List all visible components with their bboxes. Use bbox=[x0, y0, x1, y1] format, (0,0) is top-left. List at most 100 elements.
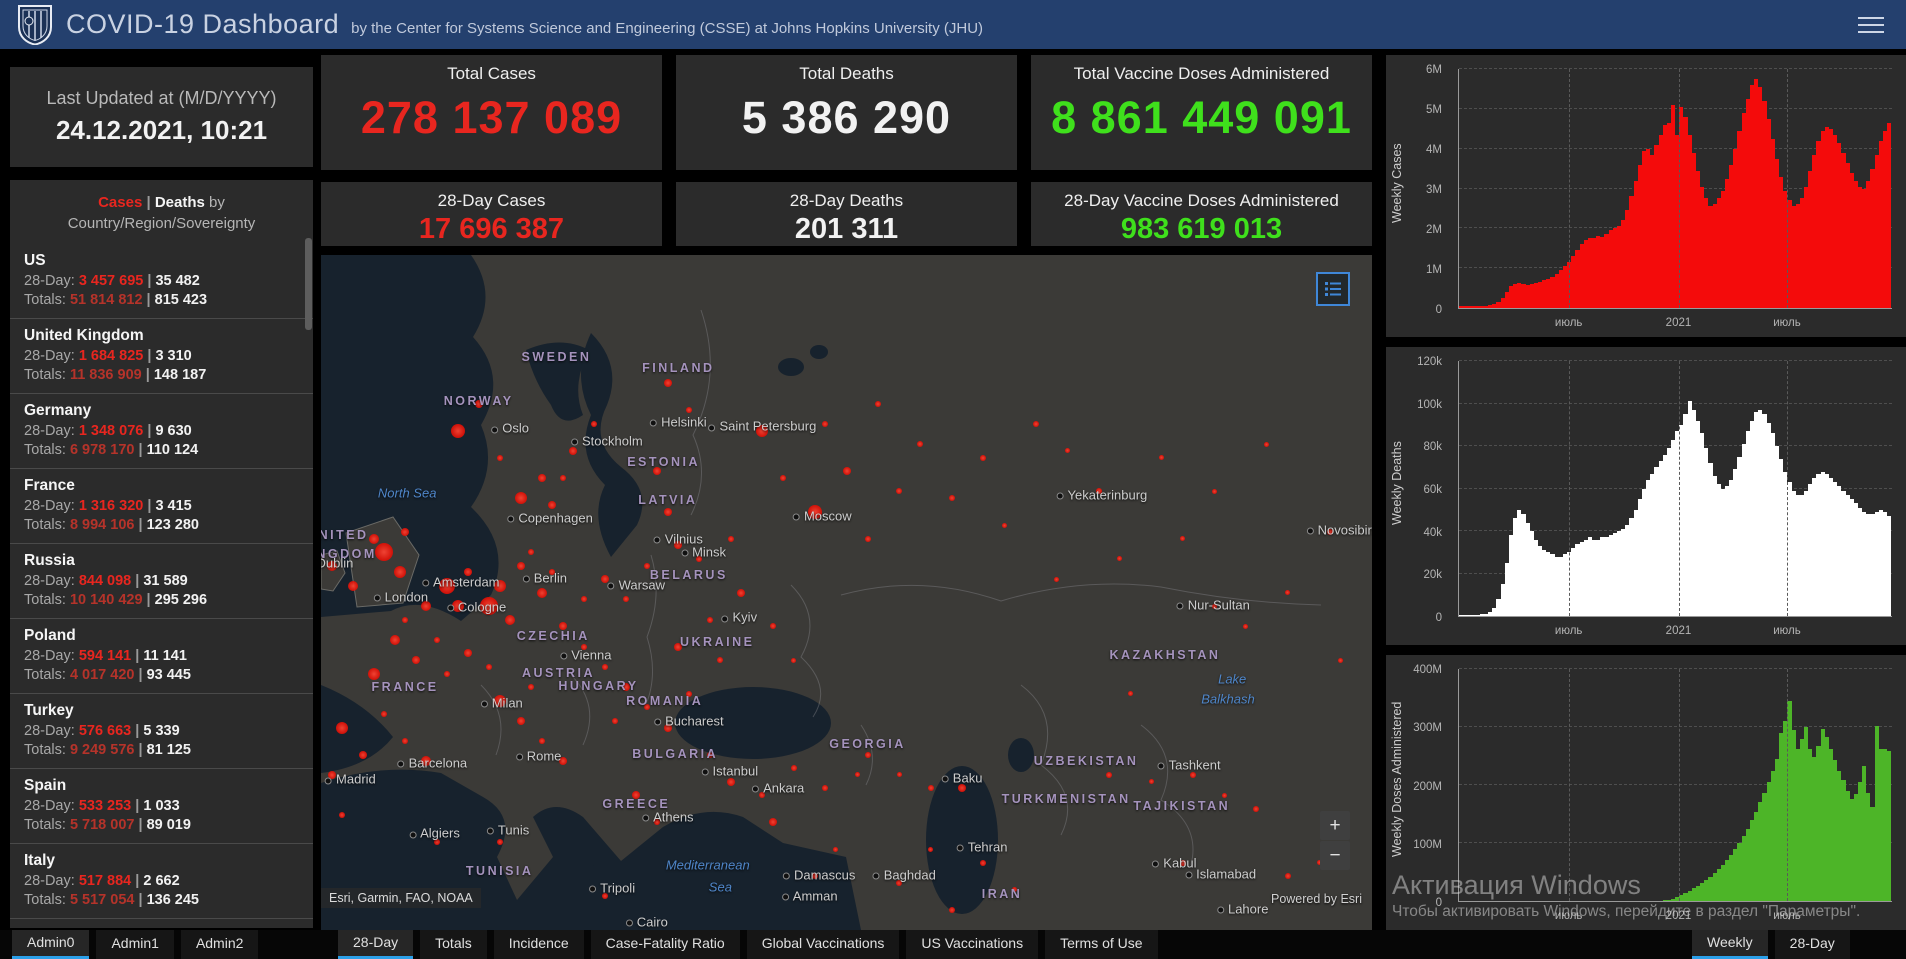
case-dot[interactable] bbox=[536, 587, 547, 598]
case-dot[interactable] bbox=[727, 535, 734, 542]
case-dot[interactable] bbox=[917, 441, 924, 447]
case-dot[interactable] bbox=[402, 738, 409, 744]
case-dot[interactable] bbox=[1284, 873, 1291, 879]
case-dot[interactable] bbox=[663, 507, 672, 516]
case-dot[interactable] bbox=[612, 717, 619, 724]
tab-weekly[interactable]: Weekly bbox=[1692, 930, 1768, 959]
case-dot[interactable] bbox=[1148, 779, 1154, 784]
case-dot[interactable] bbox=[359, 750, 368, 759]
country-list-item[interactable]: Netherlands28-Day: 504 966 | 1 498Totals… bbox=[10, 918, 313, 928]
case-dot[interactable] bbox=[822, 420, 829, 427]
case-dot[interactable] bbox=[411, 656, 420, 664]
tab-admin1[interactable]: Admin1 bbox=[96, 930, 174, 959]
stat-box[interactable]: 28-Day Deaths 201 311 bbox=[676, 182, 1017, 246]
case-dot[interactable] bbox=[381, 711, 388, 717]
case-dot[interactable] bbox=[433, 636, 440, 643]
case-dot[interactable] bbox=[444, 670, 451, 677]
case-dot[interactable] bbox=[548, 500, 557, 509]
case-dot[interactable] bbox=[347, 580, 358, 591]
case-dot[interactable] bbox=[601, 663, 608, 670]
tab-28-day[interactable]: 28-Day bbox=[338, 930, 414, 959]
case-dot[interactable] bbox=[505, 614, 516, 625]
case-dot[interactable] bbox=[339, 812, 346, 819]
case-dot[interactable] bbox=[864, 751, 871, 758]
zoom-out-button[interactable]: − bbox=[1320, 841, 1350, 870]
country-list-item[interactable]: Poland 28-Day: 594 141 | 11 141 Totals: 4 … bbox=[10, 618, 313, 693]
case-dot[interactable] bbox=[1159, 455, 1165, 460]
case-dot[interactable] bbox=[528, 549, 535, 555]
case-dot[interactable] bbox=[1117, 556, 1123, 562]
case-dot[interactable] bbox=[1264, 441, 1270, 447]
tab-case-fatality-ratio[interactable]: Case-Fatality Ratio bbox=[590, 930, 740, 959]
case-dot[interactable] bbox=[1064, 448, 1070, 454]
stat-box[interactable]: Total Cases 278 137 089 bbox=[321, 55, 662, 170]
tab-terms-of-use[interactable]: Terms of Use bbox=[1045, 930, 1158, 959]
case-dot[interactable] bbox=[1054, 576, 1060, 582]
stat-box[interactable]: 28-Day Cases 17 696 387 bbox=[321, 182, 662, 246]
case-dot[interactable] bbox=[393, 566, 406, 579]
country-list-item[interactable]: Germany 28-Day: 1 348 076 | 9 630 Totals: … bbox=[10, 393, 313, 468]
case-dot[interactable] bbox=[685, 407, 692, 414]
case-dot[interactable] bbox=[591, 420, 598, 427]
case-dot[interactable] bbox=[822, 785, 829, 792]
case-dot[interactable] bbox=[368, 533, 379, 544]
case-dot[interactable] bbox=[622, 596, 629, 603]
tab-totals[interactable]: Totals bbox=[420, 930, 487, 959]
case-dot[interactable] bbox=[1127, 691, 1133, 697]
case-dot[interactable] bbox=[737, 588, 746, 597]
case-dot[interactable] bbox=[1285, 590, 1291, 595]
country-list-item[interactable]: Turkey 28-Day: 576 663 | 5 339 Totals: 9 2… bbox=[10, 693, 313, 768]
case-dot[interactable] bbox=[842, 467, 851, 475]
tab-us-vaccinations[interactable]: US Vaccinations bbox=[906, 930, 1039, 959]
map-legend-button[interactable] bbox=[1316, 272, 1350, 306]
country-list-item[interactable]: Italy 28-Day: 517 884 | 2 662 Totals: 5 51… bbox=[10, 843, 313, 918]
case-dot[interactable] bbox=[538, 738, 545, 744]
case-dot[interactable] bbox=[389, 634, 400, 645]
case-dot[interactable] bbox=[1001, 522, 1007, 528]
zoom-in-button[interactable]: + bbox=[1320, 811, 1350, 840]
case-dot[interactable] bbox=[559, 474, 566, 481]
case-dot[interactable] bbox=[516, 716, 525, 725]
case-dot[interactable] bbox=[1253, 805, 1260, 812]
country-list-item[interactable]: Russia 28-Day: 844 098 | 31 589 Totals: 10… bbox=[10, 543, 313, 618]
case-dot[interactable] bbox=[486, 663, 493, 670]
case-dot[interactable] bbox=[336, 721, 349, 734]
case-dot[interactable] bbox=[402, 616, 409, 623]
case-dot[interactable] bbox=[717, 657, 724, 663]
case-dot[interactable] bbox=[726, 777, 735, 786]
stat-box[interactable]: Total Deaths 5 386 290 bbox=[676, 55, 1017, 170]
tab-incidence[interactable]: Incidence bbox=[493, 930, 584, 959]
case-dot[interactable] bbox=[1032, 420, 1039, 427]
country-list-item[interactable]: France 28-Day: 1 316 320 | 3 415 Totals: 8… bbox=[10, 468, 313, 543]
case-dot[interactable] bbox=[706, 616, 713, 623]
case-dot[interactable] bbox=[1211, 488, 1217, 494]
tab-admin2[interactable]: Admin2 bbox=[180, 930, 259, 959]
case-dot[interactable] bbox=[980, 859, 987, 866]
case-dot[interactable] bbox=[948, 906, 955, 913]
stat-box[interactable]: Total Vaccine Doses Administered 8 861 44… bbox=[1031, 55, 1372, 170]
case-dot[interactable] bbox=[367, 667, 380, 680]
case-dot[interactable] bbox=[375, 543, 394, 561]
case-dot[interactable] bbox=[948, 495, 955, 501]
case-dot[interactable] bbox=[1243, 623, 1249, 629]
case-dot[interactable] bbox=[791, 657, 797, 663]
case-dot[interactable] bbox=[1337, 657, 1343, 663]
case-dot[interactable] bbox=[833, 846, 839, 852]
case-dot[interactable] bbox=[450, 423, 465, 438]
country-list-item[interactable]: US 28-Day: 3 457 695 | 35 482 Totals: 51 8… bbox=[10, 244, 313, 318]
case-dot[interactable] bbox=[864, 535, 871, 542]
scrollbar-thumb[interactable] bbox=[305, 238, 312, 330]
case-dot[interactable] bbox=[768, 818, 777, 826]
case-dot[interactable] bbox=[896, 772, 902, 778]
case-dot[interactable] bbox=[496, 454, 503, 461]
case-dot[interactable] bbox=[769, 623, 776, 630]
case-dot[interactable] bbox=[663, 379, 672, 388]
case-dot[interactable] bbox=[927, 785, 934, 792]
case-dot[interactable] bbox=[854, 772, 860, 778]
case-dot[interactable] bbox=[580, 596, 587, 603]
case-dot[interactable] bbox=[790, 765, 797, 771]
country-list-item[interactable]: Spain 28-Day: 533 253 | 1 033 Totals: 5 71… bbox=[10, 768, 313, 843]
world-map[interactable]: SWEDEN FINLAND NORWAY ESTONIA LATVIA BELARUS U… bbox=[321, 255, 1372, 930]
case-dot[interactable] bbox=[896, 488, 903, 495]
case-dot[interactable] bbox=[516, 561, 525, 570]
